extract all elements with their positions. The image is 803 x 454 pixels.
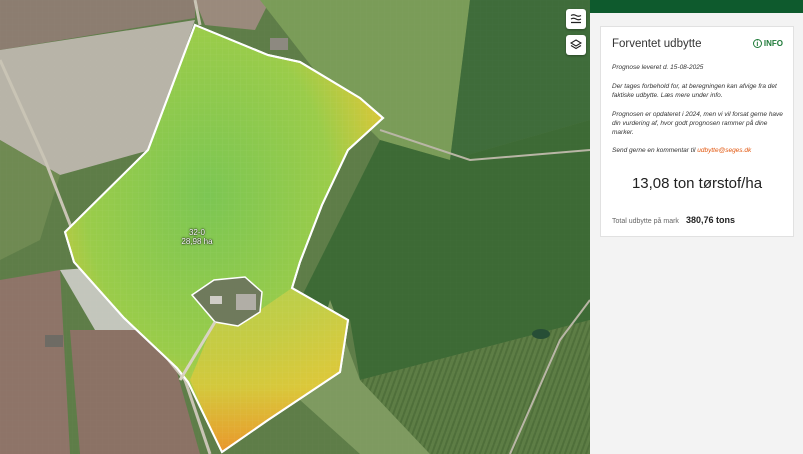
info-label: INFO [763,39,783,48]
comment-email-link[interactable]: udbytte@seges.dk [697,147,751,154]
comment-prefix: Send gerne en kommentar til [612,147,696,154]
field-area: 28,98 ha [181,237,213,246]
filter-button[interactable] [566,9,586,29]
farm-building-southwest [45,335,63,347]
info-icon: i [752,39,762,48]
info-button[interactable]: i INFO [752,39,783,48]
panel-top-bar [590,0,803,13]
total-yield-value: 380,76 tons [685,215,735,225]
field-id: 32-0 [188,228,205,237]
field-label: 32-0 28,98 ha [169,228,225,246]
layers-button[interactable] [566,35,586,55]
filter-icon [570,14,582,24]
yield-panel: Forventet udbytte i INFO Prognose levere… [590,0,803,454]
aerial-map[interactable] [0,0,590,454]
comment-text: Send gerne en kommentar til udbytte@sege… [612,146,788,155]
farm-building [270,38,288,50]
farm-building-small [210,296,222,304]
layers-icon [570,39,582,50]
disclaimer-text: Der tages forbehold for, at beregningen … [612,83,777,99]
total-yield-label: Total udbytte på mark [612,218,679,225]
map-view[interactable]: 32-0 28,98 ha [0,0,590,454]
total-yield-row: Total udbytte på mark 380,76 tons [612,215,735,225]
yield-card: Forventet udbytte i INFO Prognose levere… [600,26,794,237]
card-title: Forventet udbytte [612,38,702,50]
pond [532,329,550,339]
forecast-delivered: Prognose leveret d. 15-08-2025 [612,64,704,71]
yield-value: 13,08 ton tørstof/ha [631,175,763,192]
farm-building-roof [236,294,256,310]
update-note: Prognosen er opdateret i 2024, men vi vi… [612,111,783,136]
